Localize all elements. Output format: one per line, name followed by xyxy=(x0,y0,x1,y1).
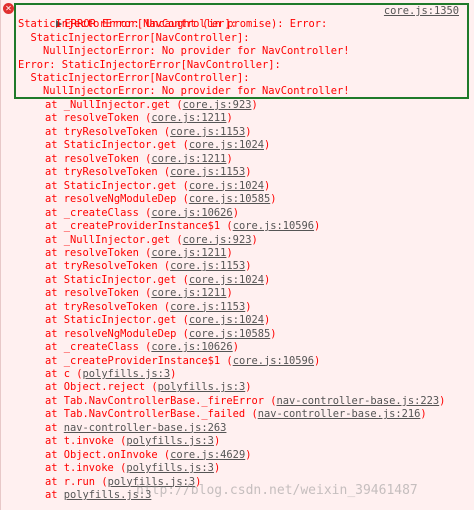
stack-frame-source-link[interactable]: core.js:10596 xyxy=(233,220,314,232)
stack-frame-function: at resolveToken xyxy=(45,152,146,165)
stack-frame-source-link[interactable]: polyfills.js:3 xyxy=(126,435,214,447)
stack-frame: at resolveToken (core.js:1211) xyxy=(45,287,233,300)
stack-frame-source-link[interactable]: nav-controller-base.js:216 xyxy=(258,408,421,420)
stack-frame-source-link[interactable]: core.js:1211 xyxy=(151,247,226,259)
stack-frame-source-link[interactable]: core.js:1024 xyxy=(189,274,264,286)
stack-frame-function: at resolveToken xyxy=(45,112,146,125)
stack-frame: at StaticInjector.get (core.js:1024) xyxy=(45,179,271,192)
stack-frame: at resolveToken (core.js:1211) xyxy=(45,152,233,165)
stack-frame: at resolveToken (core.js:1211) xyxy=(45,246,233,259)
stack-frame-source-link[interactable]: polyfills.js:3 xyxy=(126,462,214,474)
stack-frame-source-link[interactable]: core.js:1153 xyxy=(170,301,245,313)
stack-frame: at resolveToken (core.js:1211) xyxy=(45,112,233,125)
error-message-line: NullInjectorError: No provider for NavCo… xyxy=(18,85,350,98)
stack-frame: at tryResolveToken (core.js:1153) xyxy=(45,125,252,138)
stack-frame-function: at Object.onInvoke xyxy=(45,448,164,461)
stack-frame-function: at _createClass xyxy=(45,341,146,354)
devtools-console: ✕ ERROR Error: Uncaught (in promise): Er… xyxy=(0,0,474,510)
stack-frame: at nav-controller-base.js:263 xyxy=(45,422,226,435)
stack-frame-source-link[interactable]: core.js:923 xyxy=(183,99,252,111)
stack-frame: at _createProviderInstance$1 (core.js:10… xyxy=(45,354,321,367)
stack-frame: at Tab.NavControllerBase._fireError (nav… xyxy=(45,394,446,407)
stack-frame: at Object.onInvoke (core.js:4629) xyxy=(45,448,252,461)
stack-frame-function: at tryResolveToken xyxy=(45,125,164,138)
stack-frame-source-link[interactable]: core.js:1024 xyxy=(189,314,264,326)
stack-frame-source-link[interactable]: core.js:10585 xyxy=(189,193,270,205)
stack-frame-source-link[interactable]: polyfills.js:3 xyxy=(83,368,171,380)
stack-frame-function: at c xyxy=(45,368,77,380)
stack-frame-function: at t.invoke xyxy=(45,435,121,448)
stack-frame-source-link[interactable]: core.js:10626 xyxy=(151,341,232,353)
stack-frame: at _createProviderInstance$1 (core.js:10… xyxy=(45,220,321,233)
error-message-line[interactable]: ERROR Error: Uncaught (in promise): Erro… xyxy=(18,5,327,30)
stack-frame: at StaticInjector.get (core.js:1024) xyxy=(45,314,271,327)
stack-frame-source-link[interactable]: core.js:1211 xyxy=(151,287,226,299)
stack-frame-function: at tryResolveToken xyxy=(45,166,164,179)
stack-frame-function: at Object.reject xyxy=(45,381,152,394)
stack-frame-function: at t.invoke xyxy=(45,462,121,475)
stack-frame-source-link[interactable]: core.js:1024 xyxy=(189,180,264,192)
stack-frame-function: at Tab.NavControllerBase._fireError xyxy=(45,394,271,407)
stack-frame-source-link[interactable]: core.js:1024 xyxy=(189,139,264,151)
stack-frame-source-link[interactable]: core.js:923 xyxy=(183,234,252,246)
stack-frame-function: at resolveNgModuleDep xyxy=(45,327,183,340)
stack-frame-source-link[interactable]: core.js:10585 xyxy=(189,328,270,340)
stack-frame-function: at resolveToken xyxy=(45,246,146,259)
stack-frame: at resolveNgModuleDep (core.js:10585) xyxy=(45,193,277,206)
stack-frame-function: at tryResolveToken xyxy=(45,300,164,313)
stack-frame-source-link[interactable]: core.js:1153 xyxy=(170,126,245,138)
stack-frame-source-link[interactable]: core.js:1153 xyxy=(170,260,245,272)
stack-frame-function: at resolveToken xyxy=(45,287,146,300)
stack-frame-source-link[interactable]: core.js:1211 xyxy=(151,112,226,124)
stack-frame-function: at resolveNgModuleDep xyxy=(45,193,183,206)
stack-frame-function: at _createProviderInstance$1 xyxy=(45,220,227,233)
error-message-line: StaticInjectorError[NavController]: xyxy=(18,18,237,31)
stack-frame: at _NullInjector.get (core.js:923) xyxy=(45,99,258,111)
stack-frame-source-link[interactable]: core.js:4629 xyxy=(170,449,245,461)
stack-frame-function: at xyxy=(45,489,64,502)
stack-frame-function: at Tab.NavControllerBase._failed xyxy=(45,408,252,421)
stack-frame: at t.invoke (polyfills.js:3) xyxy=(45,435,221,448)
stack-frame: at _createClass (core.js:10626) xyxy=(45,206,239,219)
stack-frame: at _NullInjector.get (core.js:923) xyxy=(45,233,258,246)
stack-frame-function: at r.run xyxy=(45,475,102,488)
stack-frame-source-link[interactable]: nav-controller-base.js:223 xyxy=(276,395,439,407)
error-icon: ✕ xyxy=(3,3,14,14)
stack-frame-function: at xyxy=(45,421,64,434)
watermark: http://blog.csdn.net/weixin_39461487 xyxy=(136,483,418,498)
error-highlight-box: ERROR Error: Uncaught (in promise): Erro… xyxy=(14,3,469,99)
stack-frame-source-link[interactable]: core.js:1153 xyxy=(170,166,245,178)
stack-frame: at tryResolveToken (core.js:1153) xyxy=(45,300,252,313)
stack-frame-function: at _createClass xyxy=(45,206,146,219)
stack-frame-function: at _createProviderInstance$1 xyxy=(45,354,227,367)
stack-frame: at resolveNgModuleDep (core.js:10585) xyxy=(45,327,277,340)
stack-frame-function: at StaticInjector.get xyxy=(45,139,183,152)
stack-frame: at tryResolveToken (core.js:1153) xyxy=(45,260,252,273)
stack-frame-function: at tryResolveToken xyxy=(45,260,164,273)
error-message-line: Error: StaticInjectorError[NavController… xyxy=(18,58,281,71)
stack-frame-source-link[interactable]: core.js:1211 xyxy=(151,153,226,165)
error-source-link[interactable]: core.js:1350 xyxy=(384,5,459,18)
stack-frame-function: at StaticInjector.get xyxy=(45,314,183,327)
stack-frame-source-link[interactable]: core.js:10596 xyxy=(233,355,314,367)
stack-frame: at t.invoke (polyfills.js:3) xyxy=(45,462,221,475)
stack-frame: at Object.reject (polyfills.js:3) xyxy=(45,381,252,394)
error-message-line: StaticInjectorError[NavController]: xyxy=(18,72,250,84)
stack-frame: at _createClass (core.js:10626) xyxy=(45,341,239,354)
stack-frame: at StaticInjector.get (core.js:1024) xyxy=(45,139,271,152)
stack-frame-function: at _NullInjector.get xyxy=(45,233,177,246)
stack-frame-function: at StaticInjector.get xyxy=(45,273,183,286)
stack-frame: at StaticInjector.get (core.js:1024) xyxy=(45,273,271,286)
error-message-line: StaticInjectorError[NavController]: xyxy=(18,31,250,44)
stack-frame: at c (polyfills.js:3) xyxy=(45,368,177,380)
stack-frame: at Tab.NavControllerBase._failed (nav-co… xyxy=(45,408,427,421)
stack-frame-function: at StaticInjector.get xyxy=(45,179,183,192)
stack-frame-source-link[interactable]: nav-controller-base.js:263 xyxy=(64,422,227,434)
error-message-line: NullInjectorError: No provider for NavCo… xyxy=(18,45,350,58)
stack-frame-source-link[interactable]: polyfills.js:3 xyxy=(158,381,246,393)
stack-frame-function: at _NullInjector.get xyxy=(45,99,177,111)
stack-frame-source-link[interactable]: core.js:10626 xyxy=(151,207,232,219)
stack-frame: at tryResolveToken (core.js:1153) xyxy=(45,166,252,179)
